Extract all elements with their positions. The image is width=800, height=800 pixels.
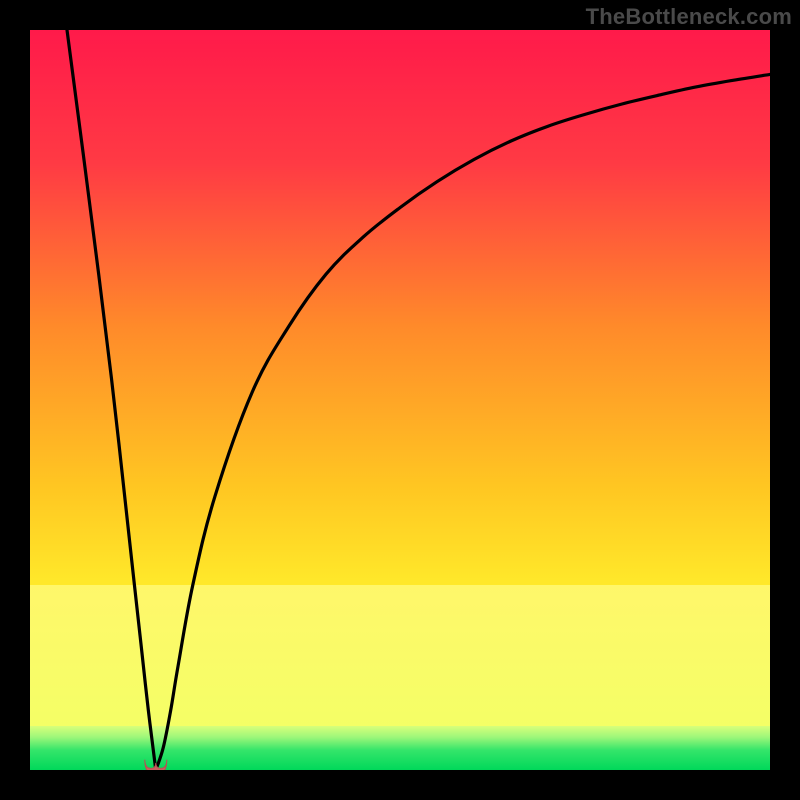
chart-frame: TheBottleneck.com — [0, 0, 800, 800]
watermark-text: TheBottleneck.com — [586, 4, 792, 30]
bottleneck-chart — [30, 30, 770, 770]
green-band — [30, 726, 770, 770]
